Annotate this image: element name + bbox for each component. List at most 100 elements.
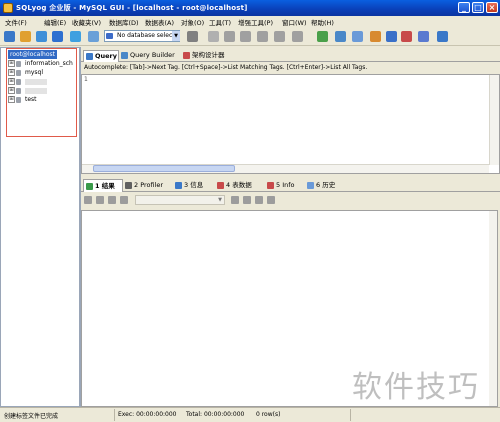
execute-icon[interactable]: [36, 31, 47, 42]
tree-item-label: test: [25, 96, 37, 103]
table-data-icon: [217, 182, 224, 189]
tab-label: 5 Info: [276, 181, 295, 189]
schema-designer-icon: [183, 52, 190, 59]
search-icon[interactable]: [208, 31, 219, 42]
database-icon: [16, 78, 21, 85]
main-toolbar: [0, 28, 500, 46]
sync-icon[interactable]: [317, 31, 328, 42]
tab-query-builder[interactable]: Query Builder: [119, 50, 181, 62]
status-total-time: Total: 00:00:00:000: [186, 411, 245, 418]
menu-tools[interactable]: 工具(T): [209, 17, 231, 27]
line-number: 1: [84, 76, 88, 83]
watermark: 软件技巧: [352, 370, 480, 405]
tab-label: 2 Profiler: [134, 181, 164, 189]
database-select[interactable]: No database select: [104, 30, 180, 42]
table-icon[interactable]: [240, 31, 251, 42]
chevron-down-icon[interactable]: ▼: [172, 31, 180, 41]
app-icon: [3, 3, 13, 13]
tab-label: 1 结果: [95, 182, 115, 190]
status-row-count: 0 row(s): [256, 411, 281, 418]
autocomplete-hint: Autocomplete: [Tab]->Next Tag. [Ctrl+Spa…: [84, 64, 368, 71]
tab-messages[interactable]: 3 信息: [173, 179, 215, 192]
query-editor[interactable]: [81, 74, 500, 174]
text-view-icon[interactable]: [267, 196, 275, 204]
tab-result[interactable]: 1 结果: [83, 179, 123, 192]
database-icon: [106, 33, 113, 39]
query-icon: [86, 53, 93, 60]
result-filter-select[interactable]: [135, 195, 225, 205]
menu-powertools[interactable]: 增强工具(P): [238, 17, 273, 27]
connect-icon[interactable]: [4, 31, 15, 42]
result-tab-strip: 1 结果 2 Profiler 3 信息 4 表数据 5 Info 6 历史: [81, 178, 500, 192]
query-tab-strip: Query Query Builder 架构设计器: [81, 49, 500, 62]
new-query-icon[interactable]: [20, 31, 31, 42]
tab-schema-designer[interactable]: 架构设计器: [181, 50, 231, 62]
tab-label: 4 表数据: [226, 181, 252, 189]
job-icon[interactable]: [352, 31, 363, 42]
expand-icon[interactable]: ⊞: [8, 87, 15, 94]
menu-file[interactable]: 文件(F): [5, 17, 27, 27]
menu-window[interactable]: 窗口(W): [282, 17, 307, 27]
execute-all-icon[interactable]: [52, 31, 63, 42]
tree-item-hidden-2[interactable]: ⊞: [8, 86, 47, 95]
tab-table-data[interactable]: 4 表数据: [215, 179, 265, 192]
grid-view-icon[interactable]: [255, 196, 263, 204]
database-icon: [16, 69, 21, 76]
user-manager-icon[interactable]: [187, 31, 198, 42]
query-builder-icon: [121, 52, 128, 59]
import-icon[interactable]: [274, 31, 285, 42]
expand-icon[interactable]: ⊞: [8, 78, 15, 85]
status-message: 创建标签文件已完成: [4, 413, 59, 420]
refresh-icon[interactable]: [70, 31, 81, 42]
schema-designer-icon[interactable]: [401, 31, 412, 42]
tab-query[interactable]: Query: [83, 50, 119, 62]
export-icon[interactable]: [257, 31, 268, 42]
expand-icon[interactable]: ⊞: [8, 60, 15, 67]
tab-info[interactable]: 5 Info: [265, 179, 305, 192]
menu-objects[interactable]: 对象(O): [181, 17, 204, 27]
tab-history[interactable]: 6 历史: [305, 179, 349, 192]
close-button[interactable]: ×: [486, 2, 498, 13]
report-icon[interactable]: [386, 31, 397, 42]
zoom-icon[interactable]: [224, 31, 235, 42]
title-bar: SQLyog 企业版 - MySQL GUI - [localhost - ro…: [0, 0, 500, 16]
backup-icon[interactable]: [292, 31, 303, 42]
delete-row-icon[interactable]: [96, 196, 104, 204]
minimize-button[interactable]: _: [458, 2, 470, 13]
scrollbar-thumb[interactable]: [93, 165, 235, 172]
tab-label: 6 历史: [316, 181, 336, 189]
copy-icon[interactable]: [243, 196, 251, 204]
status-divider: [350, 409, 351, 421]
result-vertical-scrollbar[interactable]: [489, 211, 497, 406]
redacted-label: [25, 78, 47, 85]
chevron-down-icon[interactable]: ▼: [216, 196, 224, 204]
expand-icon[interactable]: ⊞: [8, 96, 15, 103]
menu-edit[interactable]: 编辑(E): [44, 17, 66, 27]
notification-icon[interactable]: [370, 31, 381, 42]
info-icon: [175, 182, 182, 189]
options-icon[interactable]: [437, 31, 448, 42]
tree-item-information-schema[interactable]: ⊞ information_sch: [8, 59, 73, 68]
add-row-icon[interactable]: [84, 196, 92, 204]
database-icon: [16, 87, 21, 94]
status-exec-time: Exec: 00:00:00:000: [118, 411, 177, 418]
schema-sync-icon[interactable]: [335, 31, 346, 42]
cancel-icon[interactable]: [120, 196, 128, 204]
menu-help[interactable]: 帮助(H): [311, 17, 334, 27]
editor-vertical-scrollbar[interactable]: [489, 75, 499, 165]
maximize-button[interactable]: □: [472, 2, 484, 13]
save-icon[interactable]: [108, 196, 116, 204]
menu-favorites[interactable]: 收藏夹(V): [72, 17, 101, 27]
database-icon: [16, 60, 21, 67]
tree-item-mysql[interactable]: ⊞ mysql: [8, 68, 43, 77]
export-icon[interactable]: [231, 196, 239, 204]
tree-root-connection[interactable]: root@localhost: [8, 50, 57, 59]
menu-database[interactable]: 数据库(D): [109, 17, 139, 27]
tab-profiler[interactable]: 2 Profiler: [123, 179, 173, 192]
stop-icon[interactable]: [88, 31, 99, 42]
query-builder-icon[interactable]: [418, 31, 429, 42]
expand-icon[interactable]: ⊞: [8, 69, 15, 76]
menu-table[interactable]: 数据表(A): [145, 17, 174, 27]
tree-item-hidden-1[interactable]: ⊞: [8, 77, 47, 86]
tree-item-test[interactable]: ⊞ test: [8, 95, 37, 104]
